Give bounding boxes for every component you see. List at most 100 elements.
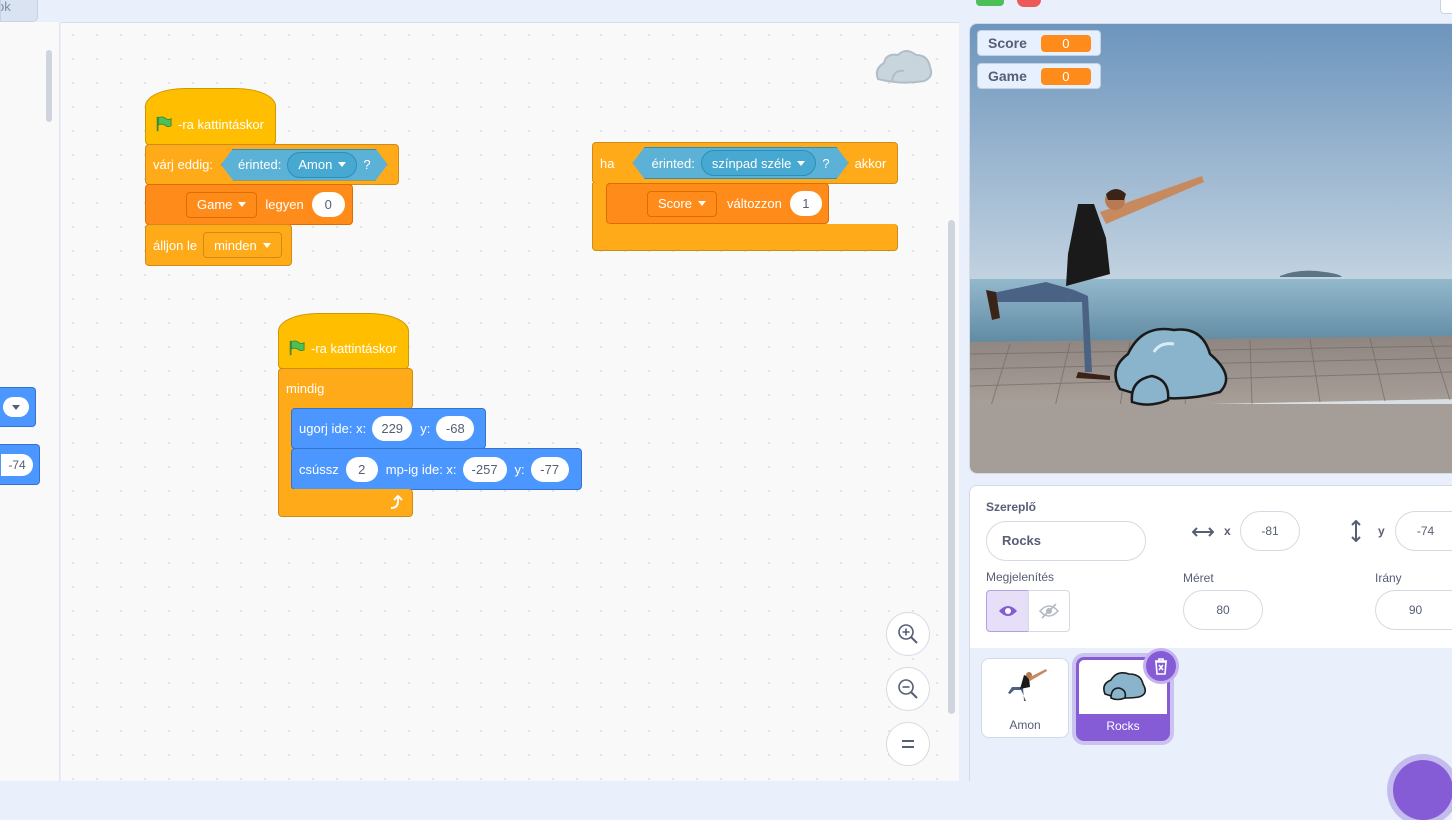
palette-dropdown[interactable] [3,397,29,417]
game-monitor[interactable]: Game 0 [977,63,1101,89]
change-label: változzon [726,196,782,211]
question-mark: ? [363,157,371,172]
glide-to-xy-block[interactable]: csússz 2 mp-ig ide: x: -257 y: -77 [291,448,582,490]
show-hidden-button[interactable] [1028,590,1070,632]
equals-icon [902,740,914,748]
sprite-name: Rocks [1002,533,1042,548]
stop-label: álljon le [153,237,198,253]
touching-target-dropdown[interactable]: színpad széle [701,150,817,176]
size-input[interactable]: 80 [1183,590,1263,630]
set-value-input[interactable]: 0 [311,192,345,217]
stop-block[interactable]: álljon le minden [145,224,292,266]
show-visible-button[interactable] [986,590,1029,632]
change-value-input[interactable]: 1 [789,191,822,216]
hat-label: -ra kattintáskor [178,116,264,132]
chevron-down-icon [338,162,346,167]
horizontal-arrows-icon [1192,527,1214,537]
sprite-tile-name: Amon [1009,718,1041,732]
glide-mid-label: mp-ig ide: x: [385,461,457,477]
chevron-down-icon [697,201,706,206]
monitor-value: 0 [1040,67,1091,85]
y-input[interactable]: -74 [1395,511,1452,551]
stage-size-button-edge[interactable] [1440,0,1452,14]
glide-y-input[interactable]: -77 [530,456,569,482]
forever-block[interactable]: mindig [278,368,413,409]
zoom-in-icon [898,624,918,644]
delete-sprite-button[interactable] [1143,648,1179,684]
variable-dropdown[interactable]: Score [647,190,717,217]
add-sprite-button[interactable] [1393,760,1452,820]
when-flag-clicked-hat[interactable]: -ra kattintáskor [278,313,409,369]
sprite-tile-amon[interactable]: Amon [981,658,1069,738]
goto-label: ugorj ide: x: [299,421,367,436]
monitor-value: 0 [1040,34,1091,52]
sprite-list: Amon Rocks [969,648,1452,820]
if-then-footer [592,224,898,251]
y-label: y [1378,524,1385,538]
zoom-out-button[interactable] [886,667,930,711]
zoom-out-icon [898,679,918,699]
x-input[interactable]: -81 [1240,511,1300,551]
x-label: x [1224,524,1231,538]
vertical-arrows-icon [1351,520,1361,542]
sprite-name-input[interactable]: Rocks [986,521,1146,561]
if-then-block[interactable]: ha érinted: színpad széle ? akkor [592,142,898,184]
glide-secs-input[interactable]: 2 [345,456,378,482]
green-flag-icon [289,340,305,356]
goto-x-input[interactable]: 229 [372,416,413,441]
palette-value[interactable]: -74 [1,453,33,476]
touching-target-dropdown[interactable]: Amon [287,152,357,178]
palette-scrollbar[interactable] [46,50,52,122]
goto-y-input[interactable]: -68 [436,416,475,441]
stop-icon[interactable] [1017,0,1041,7]
variable-name: Score [658,196,692,211]
zoom-reset-button[interactable] [886,722,930,766]
monitor-label: Game [988,68,1027,84]
stage[interactable]: Score 0 Game 0 [969,23,1452,474]
x-value: -81 [1261,524,1279,538]
direction-value: 90 [1408,603,1423,617]
variable-name: Game [197,197,233,212]
wait-until-block[interactable]: várj eddig: érinted: Amon ? [145,144,399,185]
block-palette: -74 [0,22,60,781]
trash-icon [1155,658,1167,675]
zoom-in-button[interactable] [886,612,930,656]
direction-input[interactable]: 90 [1375,590,1452,630]
score-monitor[interactable]: Score 0 [977,30,1101,56]
rocks-thumbnail [1103,672,1147,701]
forever-footer [278,489,413,517]
sprite-thumbnail-icon [875,50,933,84]
touching-boolean[interactable]: érinted: színpad széle ? [632,147,848,179]
amon-thumbnail [1008,669,1047,701]
when-flag-clicked-hat[interactable]: -ra kattintáskor [145,88,276,145]
touching-target: Amon [298,157,333,172]
go-to-xy-block[interactable]: ugorj ide: x: 229 y: -68 [291,408,486,449]
eye-icon [998,606,1017,616]
eye-slash-icon [1039,603,1059,619]
chevron-down-icon [262,242,271,248]
touching-target: színpad széle [711,155,792,171]
hat-label: -ra kattintáskor [311,340,397,356]
script-area-scrollbar[interactable] [948,220,955,714]
question-mark: ? [822,155,830,171]
variable-dropdown[interactable]: Game [186,191,258,218]
show-label: Megjelenítés [986,570,1055,584]
glide-x-input[interactable]: -257 [462,456,507,482]
palette-block-partial[interactable] [0,387,36,427]
palette-block-partial[interactable]: -74 [0,444,40,485]
green-flag-icon[interactable] [976,0,1004,6]
then-label: akkor [854,155,887,171]
partial-tab[interactable]: ok [0,0,38,22]
touching-boolean[interactable]: érinted: Amon ? [221,149,388,181]
direction-label: Irány [1375,571,1402,585]
if-label: ha [600,155,615,171]
stop-option-dropdown[interactable]: minden [203,232,282,258]
change-variable-block[interactable]: Score változzon 1 [606,183,829,224]
set-variable-block[interactable]: Game legyen 0 [145,184,353,225]
sprite-info-pane: Szereplő Rocks x -81 y -74 Megjelenítés … [969,485,1452,648]
glide-label: csússz [299,461,339,477]
loop-arrow-icon [390,495,403,509]
stage-backdrop [970,24,1452,473]
chevron-down-icon [797,161,805,166]
stop-option: minden [214,237,257,253]
